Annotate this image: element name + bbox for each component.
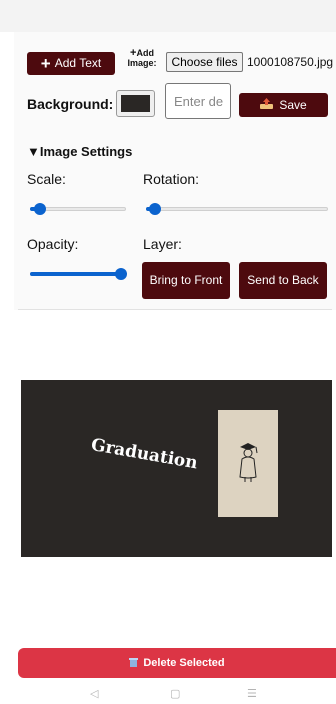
upload-icon	[260, 98, 274, 112]
slider-thumb[interactable]	[33, 203, 46, 215]
rotation-label: Rotation:	[143, 171, 200, 187]
image-settings-toggle[interactable]: ▼Image Settings	[27, 144, 132, 159]
text-input[interactable]: Enter de	[165, 83, 231, 119]
plus-icon: +	[40, 53, 51, 73]
canvas-text-element[interactable]: Graduation	[90, 435, 200, 473]
slider-thumb[interactable]	[115, 268, 128, 280]
canvas-image-element[interactable]	[218, 410, 278, 517]
menu-lines-icon[interactable]: ☰	[247, 688, 257, 700]
status-bar	[0, 0, 336, 32]
system-nav-bar: ◁ ▢ ☰	[0, 686, 336, 704]
design-canvas[interactable]: Graduation	[21, 380, 332, 557]
send-to-back-button[interactable]: Send to Back	[239, 262, 327, 299]
layer-label: Layer:	[143, 236, 182, 252]
divider	[18, 309, 332, 310]
opacity-label: Opacity:	[27, 236, 79, 252]
selected-file-name: 1000108750.jpg	[247, 55, 334, 69]
bring-to-front-button[interactable]: Bring to Front	[142, 262, 230, 299]
add-text-label: Add Text	[54, 56, 102, 70]
choose-files-button[interactable]: Choose files	[166, 52, 243, 72]
opacity-slider[interactable]	[30, 268, 128, 280]
background-label: Background:	[27, 96, 114, 112]
delete-label: Delete Selected	[143, 657, 225, 669]
add-image-label: +Add Image:	[127, 47, 157, 69]
save-label: Save	[279, 97, 307, 112]
save-button[interactable]: Save	[239, 93, 328, 117]
background-color-picker[interactable]	[116, 90, 155, 117]
graduate-illustration	[239, 443, 258, 482]
triangle-down-icon: ▼	[27, 144, 40, 159]
back-triangle-icon[interactable]: ◁	[90, 688, 98, 700]
slider-thumb[interactable]	[149, 203, 162, 215]
delete-selected-button[interactable]: Delete Selected	[18, 648, 336, 678]
home-square-icon[interactable]: ▢	[170, 688, 180, 700]
scale-label: Scale:	[27, 171, 66, 187]
scale-slider[interactable]	[30, 203, 126, 215]
color-swatch	[121, 95, 150, 112]
rotation-slider[interactable]	[146, 203, 328, 215]
add-text-button[interactable]: + Add Text	[27, 52, 115, 75]
trash-icon	[129, 657, 139, 670]
